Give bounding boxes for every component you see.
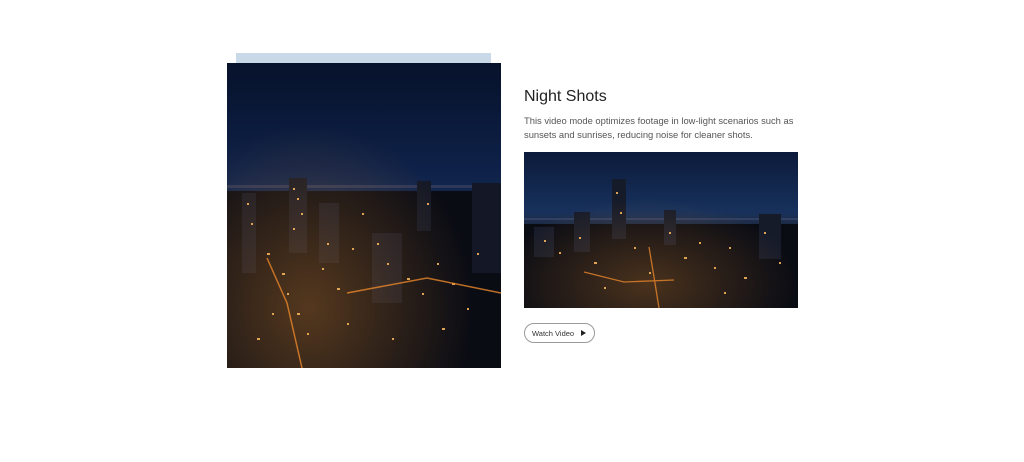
feature-title: Night Shots [524, 88, 607, 105]
watch-video-label: Watch Video [532, 328, 575, 338]
feature-content: Night Shots This video mode optimizes fo… [524, 86, 798, 141]
decorative-accent-bar [236, 53, 491, 63]
play-icon [581, 330, 587, 336]
feature-section: Night Shots This video mode optimizes fo… [0, 0, 1024, 462]
night-city-photo [227, 63, 501, 368]
night-city-video-thumbnail [524, 152, 798, 308]
watch-video-button[interactable]: Watch Video [524, 323, 596, 343]
feature-description: This video mode optimizes footage in low… [524, 115, 794, 140]
